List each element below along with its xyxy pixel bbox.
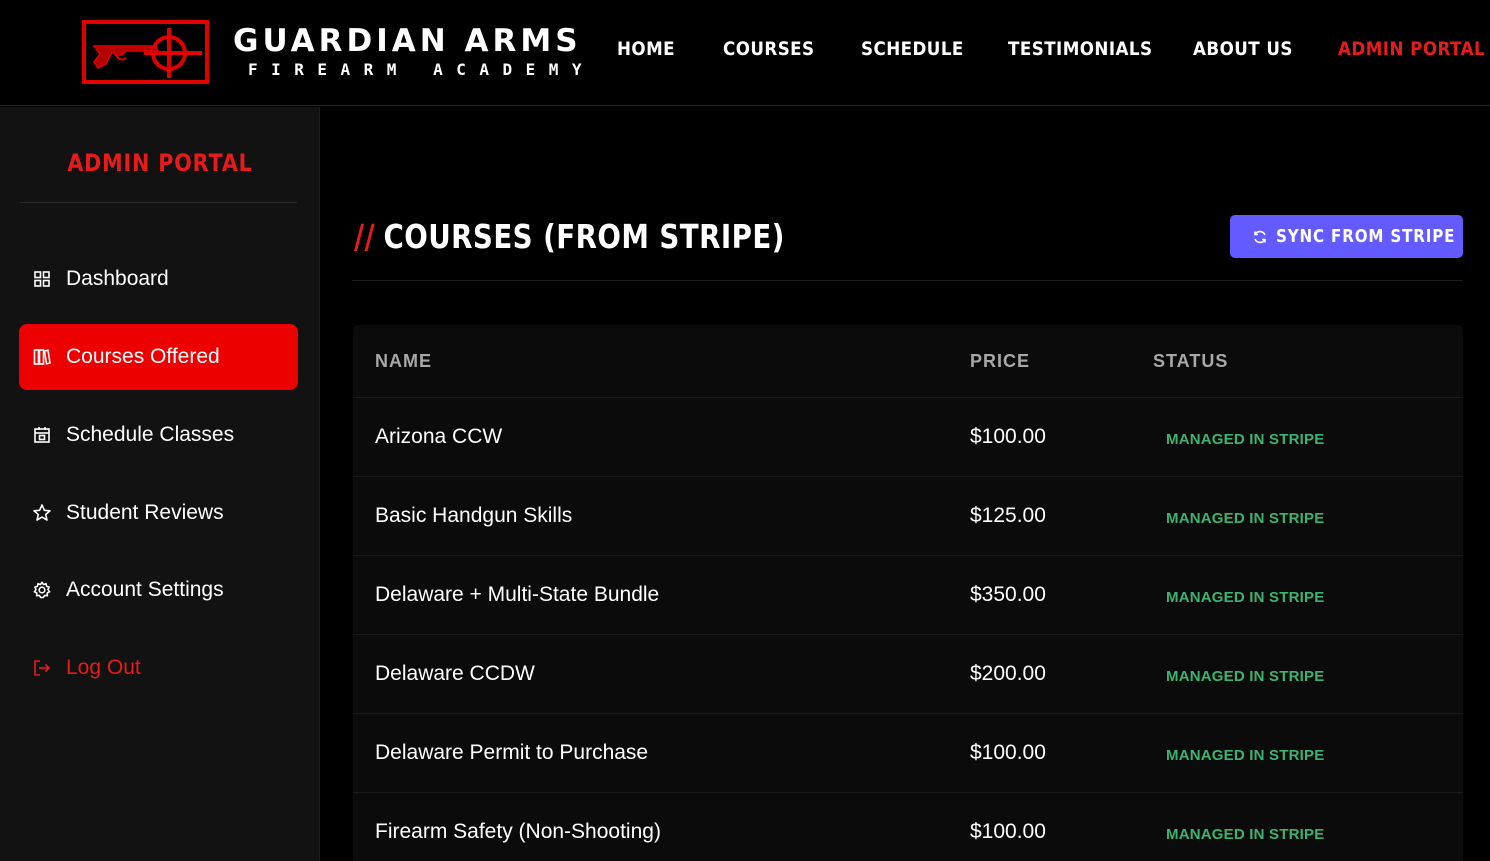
table-row[interactable]: Basic Handgun Skills $125.00 MANAGED IN … xyxy=(353,477,1463,556)
course-price: $350.00 xyxy=(970,583,1046,606)
courses-table: NAME PRICE STATUS Arizona CCW $100.00 MA… xyxy=(353,325,1463,861)
sidebar-item-account-settings[interactable]: Account Settings xyxy=(19,557,298,623)
sidebar-item-label: Log Out xyxy=(66,656,141,679)
status-badge: MANAGED IN STRIPE xyxy=(1166,510,1325,527)
sidebar-item-label: Schedule Classes xyxy=(66,423,235,446)
course-name: Delaware Permit to Purchase xyxy=(375,741,649,764)
course-price: $200.00 xyxy=(970,662,1046,685)
page-title-text: COURSES (FROM STRIPE) xyxy=(383,217,785,256)
nav-courses[interactable]: COURSES xyxy=(723,38,815,60)
title-slashes: // xyxy=(354,217,376,256)
star-icon xyxy=(32,503,52,523)
nav-home[interactable]: HOME xyxy=(617,38,675,60)
table-row[interactable]: Firearm Safety (Non-Shooting) $100.00 MA… xyxy=(353,793,1463,861)
table-row[interactable]: Delaware CCDW $200.00 MANAGED IN STRIPE xyxy=(353,635,1463,714)
status-badge: MANAGED IN STRIPE xyxy=(1166,431,1325,448)
course-name: Firearm Safety (Non-Shooting) xyxy=(375,820,661,843)
title-divider xyxy=(352,280,1463,281)
sidebar-item-courses-offered[interactable]: Courses Offered xyxy=(19,324,298,390)
course-name: Arizona CCW xyxy=(375,425,503,448)
table-header: NAME PRICE STATUS xyxy=(353,325,1463,398)
course-name: Delaware CCDW xyxy=(375,662,535,685)
refresh-icon xyxy=(1254,230,1266,244)
book-icon xyxy=(32,347,52,367)
sidebar-item-log-out[interactable]: Log Out xyxy=(19,635,298,701)
status-badge: MANAGED IN STRIPE xyxy=(1166,668,1325,685)
page-title: //COURSES (FROM STRIPE) xyxy=(354,217,785,256)
column-header-price[interactable]: PRICE xyxy=(970,351,1030,372)
sidebar-title: ADMIN PORTAL xyxy=(67,149,253,177)
course-price: $100.00 xyxy=(970,425,1046,448)
course-price: $100.00 xyxy=(970,741,1046,764)
sidebar-item-student-reviews[interactable]: Student Reviews xyxy=(19,480,298,546)
status-badge: MANAGED IN STRIPE xyxy=(1166,589,1325,606)
column-header-status[interactable]: STATUS xyxy=(1153,351,1228,372)
column-header-name[interactable]: NAME xyxy=(375,351,432,372)
table-row[interactable]: Arizona CCW $100.00 MANAGED IN STRIPE xyxy=(353,398,1463,477)
table-row[interactable]: Delaware + Multi-State Bundle $350.00 MA… xyxy=(353,556,1463,635)
table-row[interactable]: Delaware Permit to Purchase $100.00 MANA… xyxy=(353,714,1463,793)
sync-from-stripe-button[interactable]: SYNC FROM STRIPE xyxy=(1230,215,1463,258)
gear-icon xyxy=(32,580,52,600)
course-price: $125.00 xyxy=(970,504,1046,527)
site-header: GUARDIAN ARMS FIREARM ACADEMY HOME COURS… xyxy=(0,0,1490,106)
status-badge: MANAGED IN STRIPE xyxy=(1166,826,1325,843)
sidebar-item-schedule-classes[interactable]: Schedule Classes xyxy=(19,402,298,468)
sidebar-item-label: Dashboard xyxy=(66,267,169,290)
course-name: Basic Handgun Skills xyxy=(375,504,573,527)
nav-testimonials[interactable]: TESTIMONIALS xyxy=(1008,38,1152,60)
calendar-icon xyxy=(32,425,52,445)
sidebar-item-label: Account Settings xyxy=(66,578,224,601)
main-nav: HOME COURSES SCHEDULE TESTIMONIALS ABOUT… xyxy=(0,38,1490,68)
sidebar-item-label: Student Reviews xyxy=(66,501,224,524)
main-content: //COURSES (FROM STRIPE) SYNC FROM STRIPE… xyxy=(321,107,1490,861)
sync-button-label: SYNC FROM STRIPE xyxy=(1276,226,1456,247)
logout-icon xyxy=(32,658,52,678)
status-badge: MANAGED IN STRIPE xyxy=(1166,747,1325,764)
sidebar-divider xyxy=(20,202,297,203)
course-price: $100.00 xyxy=(970,820,1046,843)
grid-icon xyxy=(32,269,52,289)
sidebar: ADMIN PORTAL Dashboard Courses Offered S… xyxy=(0,107,320,861)
nav-admin-portal[interactable]: ADMIN PORTAL xyxy=(1338,38,1485,60)
nav-about-us[interactable]: ABOUT US xyxy=(1193,38,1293,60)
sidebar-item-label: Courses Offered xyxy=(66,345,220,368)
course-name: Delaware + Multi-State Bundle xyxy=(375,583,660,606)
nav-schedule[interactable]: SCHEDULE xyxy=(861,38,964,60)
sidebar-item-dashboard[interactable]: Dashboard xyxy=(19,246,298,312)
